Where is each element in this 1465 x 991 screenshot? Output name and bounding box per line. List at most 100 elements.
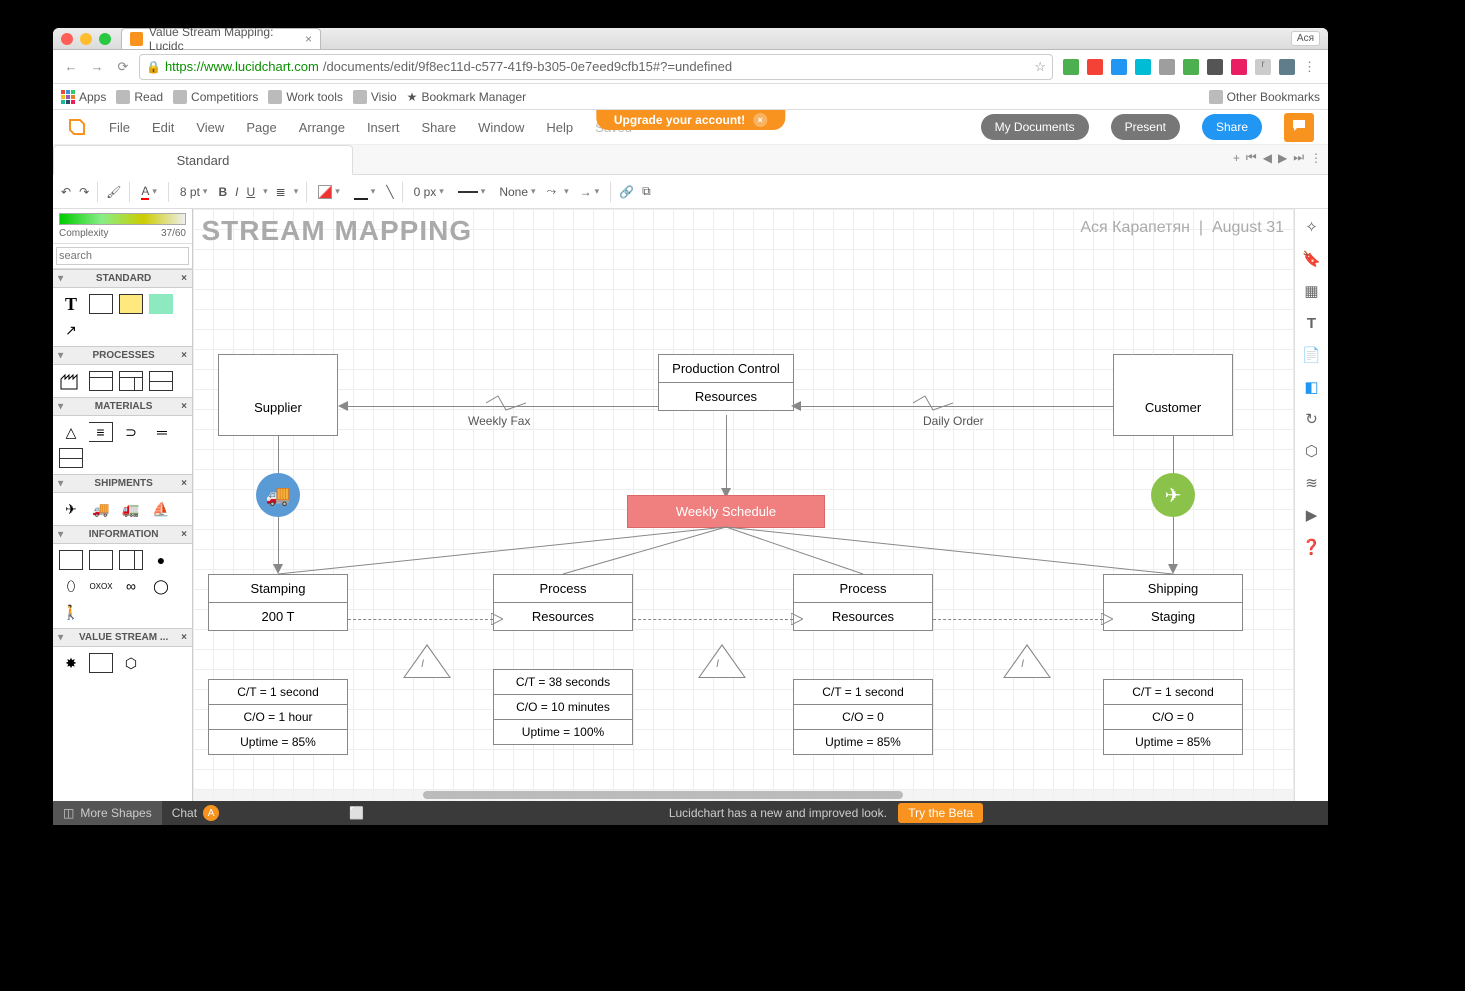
bookmark-item[interactable]: ★Bookmark Manager	[407, 90, 526, 104]
bookmark-folder[interactable]: Work tools	[268, 90, 342, 104]
safety-shape[interactable]	[89, 653, 113, 673]
ext-icon[interactable]: r	[1255, 59, 1271, 75]
menu-help[interactable]: Help	[546, 120, 573, 135]
data-box[interactable]: C/T = 1 second C/O = 1 hour Uptime = 85%	[208, 679, 348, 755]
plane-icon[interactable]: ✈	[1151, 473, 1195, 517]
present-button[interactable]: Present	[1111, 114, 1180, 140]
menu-page[interactable]: Page	[246, 120, 276, 135]
text-shape[interactable]: T	[59, 294, 83, 314]
data-box[interactable]: C/T = 1 second C/O = 0 Uptime = 85%	[793, 679, 933, 755]
font-color[interactable]: A▾	[138, 184, 160, 200]
close-icon[interactable]: ×	[181, 632, 187, 643]
close-banner-icon[interactable]: ×	[753, 113, 767, 127]
add-page-icon[interactable]: +	[1233, 151, 1240, 165]
forward-button[interactable]: →	[87, 59, 107, 74]
panel-standard[interactable]: STANDARD×	[53, 269, 192, 288]
last-page-icon[interactable]: ⏭	[1293, 150, 1304, 165]
help-icon[interactable]: ❓	[1302, 537, 1322, 557]
first-page-icon[interactable]: ⏮	[1246, 150, 1257, 165]
goggle-shape[interactable]: ∞	[119, 576, 143, 596]
redo-icon[interactable]: ↷	[79, 185, 89, 199]
undo-icon[interactable]: ↶	[61, 185, 71, 199]
close-icon[interactable]: ×	[181, 529, 187, 540]
page-icon[interactable]: 📄	[1302, 345, 1322, 365]
font-size[interactable]: 8 pt▾	[177, 185, 211, 199]
arrow-shape[interactable]: ↗	[59, 320, 83, 340]
border-style-icon[interactable]: ╲	[386, 185, 393, 199]
kaizen-shape[interactable]: ✸	[59, 653, 83, 673]
search-input[interactable]	[56, 247, 189, 265]
history-icon[interactable]: ↻	[1302, 409, 1322, 429]
info-shape[interactable]	[89, 550, 113, 570]
process-shape[interactable]	[89, 371, 113, 391]
supplier-block[interactable]: Supplier	[218, 354, 338, 436]
canvas-area[interactable]: E STREAM MAPPING Ася Карапетян | August …	[193, 209, 1294, 801]
navigator-icon[interactable]: ✧	[1302, 217, 1322, 237]
expand-chat-icon[interactable]: ⬜	[349, 806, 364, 820]
truck-icon[interactable]: 🚚	[256, 473, 300, 517]
menu-arrange[interactable]: Arrange	[299, 120, 345, 135]
link-icon[interactable]: 🔗	[619, 185, 634, 199]
supermarket-shape[interactable]: ≡	[89, 422, 113, 442]
menu-icon[interactable]: ⋮	[1303, 59, 1316, 75]
info-shape[interactable]	[59, 550, 83, 570]
align-icon[interactable]: ≣	[276, 185, 286, 199]
apps-shortcut[interactable]: Apps	[61, 90, 106, 104]
ext-icon[interactable]	[1135, 59, 1151, 75]
layers-icon[interactable]: ≋	[1302, 473, 1322, 493]
panel-materials[interactable]: MATERIALS×	[53, 397, 192, 416]
bookmark-folder[interactable]: Competitiors	[173, 90, 258, 104]
inventory-icon[interactable]: I	[1003, 644, 1051, 678]
inventory-icon[interactable]: I	[403, 644, 451, 678]
truck-shape[interactable]: 🚚	[89, 499, 113, 519]
try-beta-button[interactable]: Try the Beta	[898, 803, 983, 823]
menu-window[interactable]: Window	[478, 120, 524, 135]
cell-shape[interactable]	[119, 371, 143, 391]
menu-view[interactable]: View	[196, 120, 224, 135]
present-icon[interactable]: ▶	[1302, 505, 1322, 525]
menu-share[interactable]: Share	[421, 120, 456, 135]
boat-shape[interactable]: ⛵	[149, 499, 173, 519]
border-width[interactable]: 0 px▾	[411, 185, 447, 199]
block-shape[interactable]	[149, 294, 173, 314]
line-routing-icon[interactable]: ⤳	[547, 184, 557, 199]
ext-icon[interactable]	[1207, 59, 1223, 75]
bookmark-star-icon[interactable]: ☆	[1034, 59, 1046, 75]
data-box[interactable]: C/T = 38 seconds C/O = 10 minutes Uptime…	[493, 669, 633, 745]
back-button[interactable]: ←	[61, 59, 81, 74]
masterpage-icon[interactable]: ▦	[1302, 281, 1322, 301]
dot-shape[interactable]: ●	[149, 550, 173, 570]
ext-icon[interactable]	[1231, 59, 1247, 75]
buffer-shape[interactable]	[59, 448, 83, 468]
feature-icon[interactable]: 🔖	[1302, 249, 1322, 269]
operator-shape[interactable]: 🚶	[59, 602, 83, 622]
upgrade-banner[interactable]: Upgrade your account! ×	[596, 110, 785, 130]
close-icon[interactable]: ×	[181, 401, 187, 412]
browser-tab[interactable]: Value Stream Mapping: Lucidc ×	[121, 28, 321, 50]
close-tab-icon[interactable]: ×	[305, 32, 312, 46]
text-icon[interactable]: T	[1302, 313, 1322, 333]
lock-icon[interactable]: ⧉	[642, 184, 651, 199]
info-shape[interactable]	[119, 550, 143, 570]
pull-shape[interactable]: ⊃	[119, 422, 143, 442]
ext-icon[interactable]	[1159, 59, 1175, 75]
inventory-icon[interactable]: I	[698, 644, 746, 678]
rect-shape[interactable]	[89, 294, 113, 314]
next-page-icon[interactable]: ▶	[1278, 151, 1287, 165]
italic-icon[interactable]: I	[235, 185, 238, 199]
underline-icon[interactable]: U	[246, 185, 255, 199]
menu-file[interactable]: File	[109, 120, 130, 135]
theme-icon[interactable]: ◧	[1302, 377, 1322, 397]
process-block[interactable]: Process Resources	[493, 574, 633, 631]
share-button[interactable]: Share	[1202, 114, 1262, 140]
data-box[interactable]: C/T = 1 second C/O = 0 Uptime = 85%	[1103, 679, 1243, 755]
line-weight[interactable]: ▾	[455, 186, 489, 197]
ext-icon[interactable]	[1279, 59, 1295, 75]
close-icon[interactable]: ×	[181, 478, 187, 489]
document-tab[interactable]: Standard	[53, 145, 353, 175]
ship-arrow-shape[interactable]: ✈	[59, 499, 83, 519]
process-shipping[interactable]: Shipping Staging	[1103, 574, 1243, 631]
data-shape[interactable]	[149, 371, 173, 391]
paint-format-icon[interactable]: 🖌	[106, 185, 121, 199]
inventory-shape[interactable]: △	[59, 422, 83, 442]
